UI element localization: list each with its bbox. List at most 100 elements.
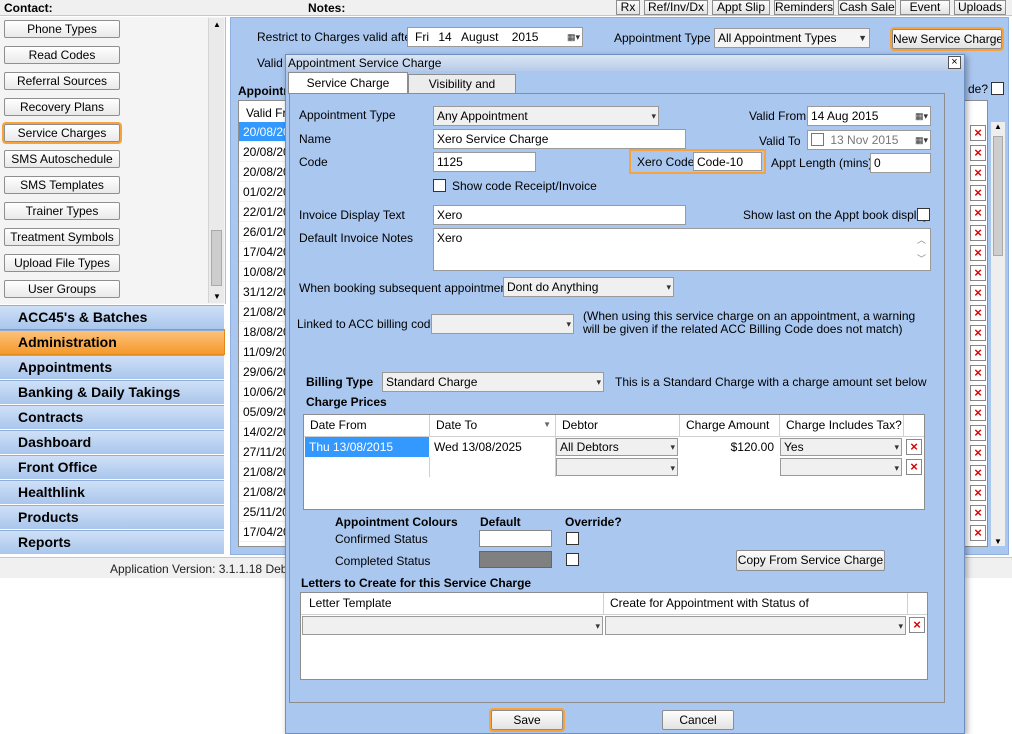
- confirmed-override-checkbox[interactable]: [566, 532, 579, 545]
- new-tax-select[interactable]: ▾: [780, 458, 902, 476]
- delete-row-icon[interactable]: ×: [970, 325, 986, 341]
- sidebar-item-referral-sources[interactable]: Referral Sources: [4, 72, 120, 90]
- scroll-down-icon[interactable]: ▼: [213, 292, 221, 301]
- section-products[interactable]: Products: [0, 505, 224, 529]
- price-amount[interactable]: $120.00: [680, 437, 778, 457]
- delete-price-icon[interactable]: ×: [906, 439, 922, 455]
- billing-type-select[interactable]: Standard Charge ▾: [382, 372, 604, 392]
- sidebar-item-treatment-symbols[interactable]: Treatment Symbols: [4, 228, 120, 246]
- scroll-down-icon[interactable]: ﹀: [917, 250, 926, 268]
- delete-row-icon[interactable]: ×: [970, 225, 986, 241]
- ref-inv-dx-button[interactable]: Ref/Inv/Dx: [644, 0, 708, 15]
- col-charge-amount[interactable]: Charge Amount: [680, 415, 780, 436]
- price-new-row[interactable]: ▾ ▾ ×: [304, 457, 924, 477]
- col-debtor[interactable]: Debtor: [556, 415, 680, 436]
- section-contracts[interactable]: Contracts: [0, 405, 224, 429]
- table-row-20[interactable]: 17/04/20: [239, 522, 287, 542]
- bg-appt-type-select[interactable]: All Appointment Types ▼: [714, 28, 870, 48]
- section-banking-daily-takings[interactable]: Banking & Daily Takings: [0, 380, 224, 404]
- calendar-icon[interactable]: ▦▾: [567, 28, 580, 46]
- table-row-19[interactable]: 25/11/20: [239, 502, 287, 522]
- sidebar-item-user-groups[interactable]: User Groups: [4, 280, 120, 298]
- letter-status-select[interactable]: ▾: [605, 616, 906, 635]
- sidebar-item-sms-templates[interactable]: SMS Templates: [4, 176, 120, 194]
- scroll-down-icon[interactable]: ▼: [994, 537, 1002, 546]
- delete-row-icon[interactable]: ×: [970, 465, 986, 481]
- table-row-8[interactable]: 31/12/20: [239, 282, 287, 302]
- delete-row-icon[interactable]: ×: [970, 265, 986, 281]
- code-input[interactable]: 1125: [433, 152, 536, 172]
- section-acc45-batches[interactable]: ACC45's & Batches: [0, 305, 224, 329]
- tab-visibility-ledgers[interactable]: Visibility and Ledgers: [408, 74, 516, 93]
- sidebar-item-recovery-plans[interactable]: Recovery Plans: [4, 98, 120, 116]
- col-charge-tax[interactable]: Charge Includes Tax?: [780, 415, 904, 436]
- appt-type-select[interactable]: Any Appointment ▾: [433, 106, 659, 126]
- delete-row-icon[interactable]: ×: [970, 505, 986, 521]
- table-row-1[interactable]: 20/08/20: [239, 142, 287, 162]
- delete-row-icon[interactable]: ×: [970, 205, 986, 221]
- tab-service-charge-details[interactable]: Service Charge Details: [288, 72, 408, 94]
- copy-from-service-charge-button[interactable]: Copy From Service Charge: [736, 550, 885, 571]
- event-button[interactable]: Event: [900, 0, 950, 15]
- delete-row-icon[interactable]: ×: [970, 305, 986, 321]
- table-row-9[interactable]: 21/08/20: [239, 302, 287, 322]
- show-code-checkbox[interactable]: [433, 179, 446, 192]
- uploads-button[interactable]: Uploads: [954, 0, 1006, 15]
- table-row-6[interactable]: 17/04/20: [239, 242, 287, 262]
- subsequent-select[interactable]: Dont do Anything ▾: [503, 277, 674, 297]
- scroll-up-icon[interactable]: ▲: [213, 20, 221, 29]
- confirmed-colour-swatch[interactable]: [479, 530, 552, 547]
- completed-colour-swatch[interactable]: [479, 551, 552, 568]
- delete-row-icon[interactable]: ×: [970, 525, 986, 541]
- appt-length-input[interactable]: 0: [870, 153, 931, 173]
- table-row-17[interactable]: 21/08/20: [239, 462, 287, 482]
- bg-override-checkbox[interactable]: [991, 82, 1004, 95]
- cash-sale-button[interactable]: Cash Sale: [838, 0, 896, 15]
- sidebar-item-trainer-types[interactable]: Trainer Types: [4, 202, 120, 220]
- table-row-7[interactable]: 10/08/20: [239, 262, 287, 282]
- name-input[interactable]: Xero Service Charge: [433, 129, 686, 149]
- table-row-3[interactable]: 01/02/20: [239, 182, 287, 202]
- table-row-18[interactable]: 21/08/20: [239, 482, 287, 502]
- col-date-from[interactable]: Date From: [304, 415, 430, 436]
- sidebar-item-phone-types[interactable]: Phone Types: [4, 20, 120, 38]
- delete-letter-icon[interactable]: ×: [909, 617, 925, 633]
- section-dashboard[interactable]: Dashboard: [0, 430, 224, 454]
- delete-row-icon[interactable]: ×: [970, 405, 986, 421]
- default-notes-textarea[interactable]: Xero ︿ ﹀: [433, 228, 931, 271]
- delete-row-icon[interactable]: ×: [970, 165, 986, 181]
- restrict-date-field[interactable]: Fri 14 August 2015 ▦▾: [407, 27, 583, 47]
- section-appointments[interactable]: Appointments: [0, 355, 224, 379]
- new-date-from[interactable]: [305, 457, 430, 477]
- rx-button[interactable]: Rx: [616, 0, 640, 15]
- valid-to-input[interactable]: 13 Nov 2015 ▦▾: [807, 130, 931, 150]
- delete-row-icon[interactable]: ×: [970, 145, 986, 161]
- price-date-from[interactable]: Thu 13/08/2015: [305, 437, 429, 457]
- delete-row-icon[interactable]: ×: [970, 125, 986, 141]
- cancel-button[interactable]: Cancel: [662, 710, 734, 730]
- table-row-10[interactable]: 18/08/20: [239, 322, 287, 342]
- table-row-16[interactable]: 27/11/20: [239, 442, 287, 462]
- sidebar-scrollbar[interactable]: ▲ ▼: [208, 18, 224, 303]
- completed-override-checkbox[interactable]: [566, 553, 579, 566]
- calendar-icon[interactable]: ▦▾: [915, 107, 928, 125]
- delete-row-icon[interactable]: ×: [970, 185, 986, 201]
- delete-row-icon[interactable]: ×: [970, 365, 986, 381]
- bg-grid-scrollbar[interactable]: ▲ ▼: [991, 122, 1005, 546]
- delete-row-icon[interactable]: ×: [970, 445, 986, 461]
- table-row-14[interactable]: 05/09/20: [239, 402, 287, 422]
- sidebar-item-upload-file-types[interactable]: Upload File Types: [4, 254, 120, 272]
- sidebar-item-service-charges[interactable]: Service Charges: [4, 124, 120, 142]
- section-front-office[interactable]: Front Office: [0, 455, 224, 479]
- sidebar-item-sms-autoschedule[interactable]: SMS Autoschedule: [4, 150, 120, 168]
- scroll-up-icon[interactable]: ▲: [994, 122, 1002, 131]
- sidebar-item-read-codes[interactable]: Read Codes: [4, 46, 120, 64]
- table-row-11[interactable]: 11/09/20: [239, 342, 287, 362]
- delete-row-icon[interactable]: ×: [970, 285, 986, 301]
- new-service-charge-button[interactable]: New Service Charge: [892, 29, 1002, 49]
- col-create-status[interactable]: Create for Appointment with Status of: [604, 593, 908, 614]
- section-administration[interactable]: Administration: [0, 330, 224, 354]
- table-row-15[interactable]: 14/02/20: [239, 422, 287, 442]
- col-letter-template[interactable]: Letter Template: [301, 593, 604, 614]
- price-date-to[interactable]: Wed 13/08/2025: [430, 437, 556, 457]
